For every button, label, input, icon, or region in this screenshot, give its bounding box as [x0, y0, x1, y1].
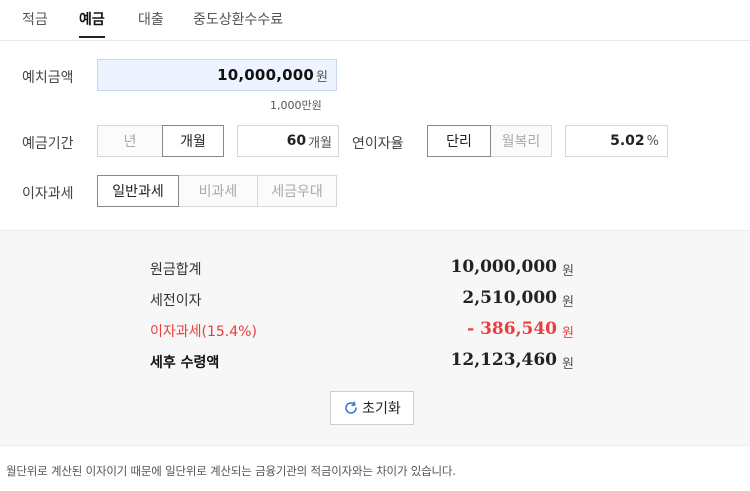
tab-savings[interactable]: 적금	[22, 9, 48, 37]
pretax-interest-value: 2,510,000	[462, 288, 557, 308]
interest-tax-value: - 386,540	[467, 319, 557, 339]
deposit-amount-hint: 1,000만원	[270, 99, 322, 112]
tab-deposit[interactable]: 예금	[79, 9, 105, 38]
refresh-icon	[345, 401, 357, 414]
pretax-interest-unit: 원	[562, 295, 574, 310]
rate-type-monthly-compound[interactable]: 월복리	[490, 125, 552, 157]
rate-type-simple[interactable]: 단리	[427, 125, 491, 157]
interest-tax-label: 이자과세(15.4%)	[150, 324, 257, 340]
principal-total-label: 원금합계	[150, 262, 202, 278]
tax-option-preferential[interactable]: 세금우대	[257, 175, 337, 207]
period-option-year[interactable]: 년	[97, 125, 163, 157]
deposit-amount-input[interactable]: 10,000,000 원	[97, 59, 337, 91]
period-unit-toggle: 년 개월	[97, 125, 224, 157]
net-receipt-value: 12,123,460	[450, 350, 557, 370]
period-input[interactable]: 60 개월	[237, 125, 339, 157]
calculation-note: 월단위로 계산된 이자이기 때문에 일단위로 계산되는 금융기관의 적금이자와는…	[6, 464, 456, 478]
interest-tax-unit: 원	[562, 326, 574, 341]
rate-label: 연이자율	[352, 136, 404, 152]
tax-option-general[interactable]: 일반과세	[97, 175, 179, 207]
period-label: 예금기간	[22, 136, 74, 152]
deposit-amount-unit: 원	[316, 69, 328, 85]
rate-type-toggle: 단리 월복리	[427, 125, 552, 157]
principal-total-unit: 원	[562, 264, 574, 279]
net-receipt-label: 세후 수령액	[150, 355, 220, 371]
net-receipt-unit: 원	[562, 357, 574, 372]
tab-loan[interactable]: 대출	[138, 9, 164, 37]
rate-value: 5.02	[610, 133, 645, 149]
period-value: 60	[286, 133, 307, 149]
reset-button[interactable]: 초기화	[330, 391, 414, 425]
deposit-amount-label: 예치금액	[22, 70, 74, 86]
rate-input[interactable]: 5.02 %	[565, 125, 668, 157]
period-option-month[interactable]: 개월	[162, 125, 224, 157]
reset-button-label: 초기화	[362, 401, 401, 417]
tax-type-label: 이자과세	[22, 186, 74, 202]
tax-option-exempt[interactable]: 비과세	[178, 175, 258, 207]
period-unit: 개월	[308, 135, 332, 151]
principal-total-value: 10,000,000	[450, 257, 557, 277]
pretax-interest-label: 세전이자	[150, 293, 202, 309]
tax-type-toggle: 일반과세 비과세 세금우대	[97, 175, 337, 207]
tab-prepayment-fee[interactable]: 중도상환수수료	[193, 9, 283, 37]
deposit-amount-value: 10,000,000	[217, 66, 315, 84]
rate-unit: %	[646, 133, 659, 149]
calculator-tabs: 적금 예금 대출 중도상환수수료	[0, 0, 750, 41]
result-summary: 원금합계 10,000,000 원 세전이자 2,510,000 원 이자과세(…	[0, 230, 750, 446]
